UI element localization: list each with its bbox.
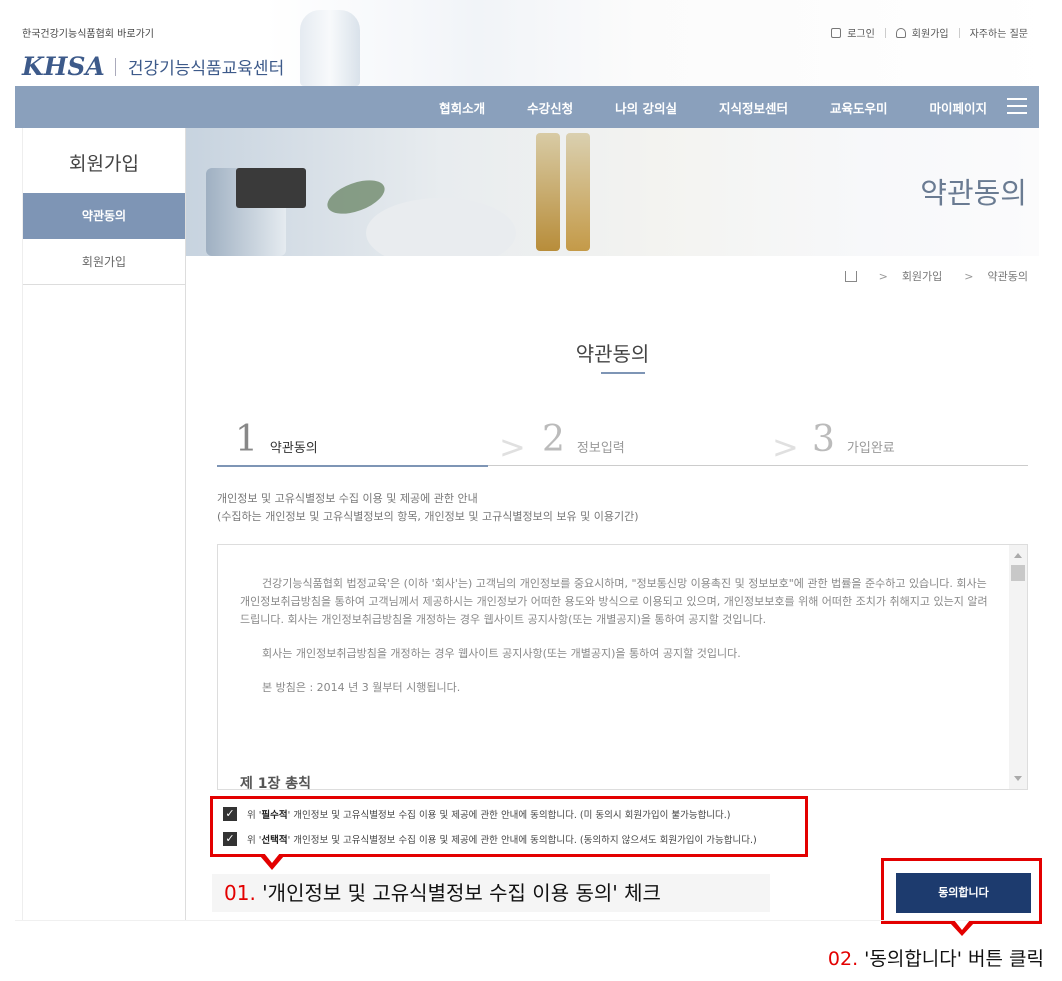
banner-vial-decoration [566, 133, 590, 251]
notice-line: (수집하는 개인정보 및 고유식별정보의 항목, 개인정보 및 고규식별정보의 … [217, 510, 639, 523]
scroll-down-icon[interactable] [1014, 776, 1022, 781]
terms-content: 건강기능식품협회 법정교육'은 (이하 '회사'는) 고객님의 개인정보를 중요… [240, 575, 995, 789]
banner-lid-decoration [236, 168, 306, 208]
terms-scrollbar[interactable] [1009, 545, 1027, 789]
terms-chapter-heading: 제 1장 총칙 [240, 776, 312, 790]
nav-item-help[interactable]: 교육도우미 [830, 98, 888, 117]
login-link[interactable]: 로그인 [847, 25, 875, 40]
required-consent-row[interactable]: ✓ 위 '필수적' 개인정보 및 고유식별정보 수집 이용 및 제공에 관한 안… [223, 807, 731, 821]
callout-pointer-icon [260, 853, 284, 870]
step-complete: 3 가입완료 [812, 420, 895, 466]
consent-label: 위 '필수적' 개인정보 및 고유식별정보 수집 이용 및 제공에 관한 안내에… [247, 810, 731, 821]
breadcrumb-item[interactable]: 회원가입 [902, 268, 942, 284]
sidebar: 회원가입 약관동의 회원가입 [22, 128, 186, 920]
step-label: 정보입력 [576, 441, 625, 456]
consent-checkboxes-highlight: ✓ 위 '필수적' 개인정보 및 고유식별정보 수집 이용 및 제공에 관한 안… [210, 796, 808, 857]
main-nav: 협회소개 수강신청 나의 강의실 지식정보센터 교육도우미 마이페이지 [15, 86, 1039, 128]
utility-links: 로그인 회원가입 자주하는 질문 [831, 25, 1028, 40]
scroll-thumb[interactable] [1011, 565, 1025, 581]
step-number: 3 [812, 419, 835, 460]
terms-paragraph: 건강기능식품협회 법정교육'은 (이하 '회사'는) 고객님의 개인정보를 중요… [240, 577, 988, 626]
faq-link[interactable]: 자주하는 질문 [970, 25, 1028, 40]
consent-label: 위 '선택적' 개인정보 및 고유식별정보 수집 이용 및 제공에 관한 안내에… [247, 835, 757, 846]
kfa-shortcut-link[interactable]: 한국건강기능식품협회 바로가기 [22, 25, 154, 40]
scroll-up-icon[interactable] [1014, 553, 1022, 558]
site-header: 한국건강기능식품협회 바로가기 KHSA 건강기능식품교육센터 로그인 회원가입… [0, 0, 1062, 86]
required-consent-checkbox[interactable]: ✓ [223, 807, 237, 821]
page-banner: 약관동의 [186, 128, 1039, 256]
banner-mortar-decoration [366, 198, 516, 256]
user-icon [895, 27, 906, 38]
signup-steps: 1 약관동의 > 2 정보입력 > 3 가입완료 [217, 420, 1028, 467]
chevron-right-icon: > [878, 269, 888, 283]
signup-link[interactable]: 회원가입 [912, 25, 949, 40]
step-chevron-icon: > [499, 428, 526, 466]
step-label: 가입완료 [846, 441, 895, 456]
step-number: 1 [235, 419, 258, 460]
nav-item-mypage[interactable]: 마이페이지 [929, 98, 987, 117]
hamburger-menu-icon[interactable] [1007, 98, 1027, 116]
step-info: 2 정보입력 [542, 420, 625, 466]
terms-paragraph: 회사는 개인정보취급방침을 개정하는 경우 웹사이트 공지사항(또는 개별공지)… [262, 647, 741, 660]
annotation-step-1: 01. '개인정보 및 고유식별정보 수집 이용 동의' 체크 [212, 874, 770, 912]
nav-item-courses[interactable]: 수강신청 [527, 98, 573, 117]
page-title: 약관동의 [575, 342, 650, 366]
home-icon[interactable] [844, 270, 857, 282]
annotation-step-2: 02. '동의합니다' 버튼 클릭 [827, 948, 1044, 970]
site-logo[interactable]: KHSA 건강기능식품교육센터 [22, 52, 284, 81]
logo-text: 건강기능식품교육센터 [127, 59, 285, 79]
active-step-underline [217, 465, 488, 467]
header-bottle-decoration [300, 10, 360, 86]
lock-icon [831, 27, 842, 38]
optional-consent-checkbox[interactable]: ✓ [223, 832, 237, 846]
step-number: 2 [542, 419, 565, 460]
callout-pointer-icon [950, 920, 974, 936]
chevron-right-icon: > [964, 269, 974, 283]
sidebar-title: 회원가입 [69, 153, 139, 175]
divider [884, 27, 886, 38]
terms-paragraph: 본 방침은 : 2014 년 3 월부터 시행됩니다. [262, 681, 461, 694]
privacy-notice: 개인정보 및 고유식별정보 수집 이용 및 제공에 관한 안내 (수집하는 개인… [217, 490, 638, 526]
banner-title: 약관동의 [920, 176, 1027, 210]
nav-item-knowledge-center[interactable]: 지식정보센터 [719, 98, 788, 117]
logo-divider [114, 57, 116, 76]
step-terms: 1 약관동의 [235, 420, 318, 466]
optional-consent-row[interactable]: ✓ 위 '선택적' 개인정보 및 고유식별정보 수집 이용 및 제공에 관한 안… [223, 832, 757, 846]
logo-mark: KHSA [22, 52, 105, 81]
sidebar-item-signup[interactable]: 회원가입 [23, 239, 185, 285]
notice-line: 개인정보 및 고유식별정보 수집 이용 및 제공에 관한 안내 [217, 492, 478, 505]
nav-item-about[interactable]: 협회소개 [439, 98, 485, 117]
divider [958, 27, 960, 38]
banner-vial-decoration [536, 133, 560, 251]
nav-item-my-classroom[interactable]: 나의 강의실 [615, 98, 677, 117]
sidebar-item-terms[interactable]: 약관동의 [23, 193, 185, 239]
step-chevron-icon: > [772, 428, 799, 466]
agree-button[interactable]: 동의합니다 [896, 873, 1031, 913]
title-underline [601, 372, 645, 374]
terms-box[interactable]: 건강기능식품협회 법정교육'은 (이하 '회사'는) 고객님의 개인정보를 중요… [217, 544, 1028, 790]
breadcrumb-current: 약관동의 [987, 270, 1028, 283]
divider [15, 920, 1039, 921]
breadcrumb: > 회원가입 > 약관동의 [844, 268, 1028, 284]
step-label: 약관동의 [269, 441, 318, 456]
